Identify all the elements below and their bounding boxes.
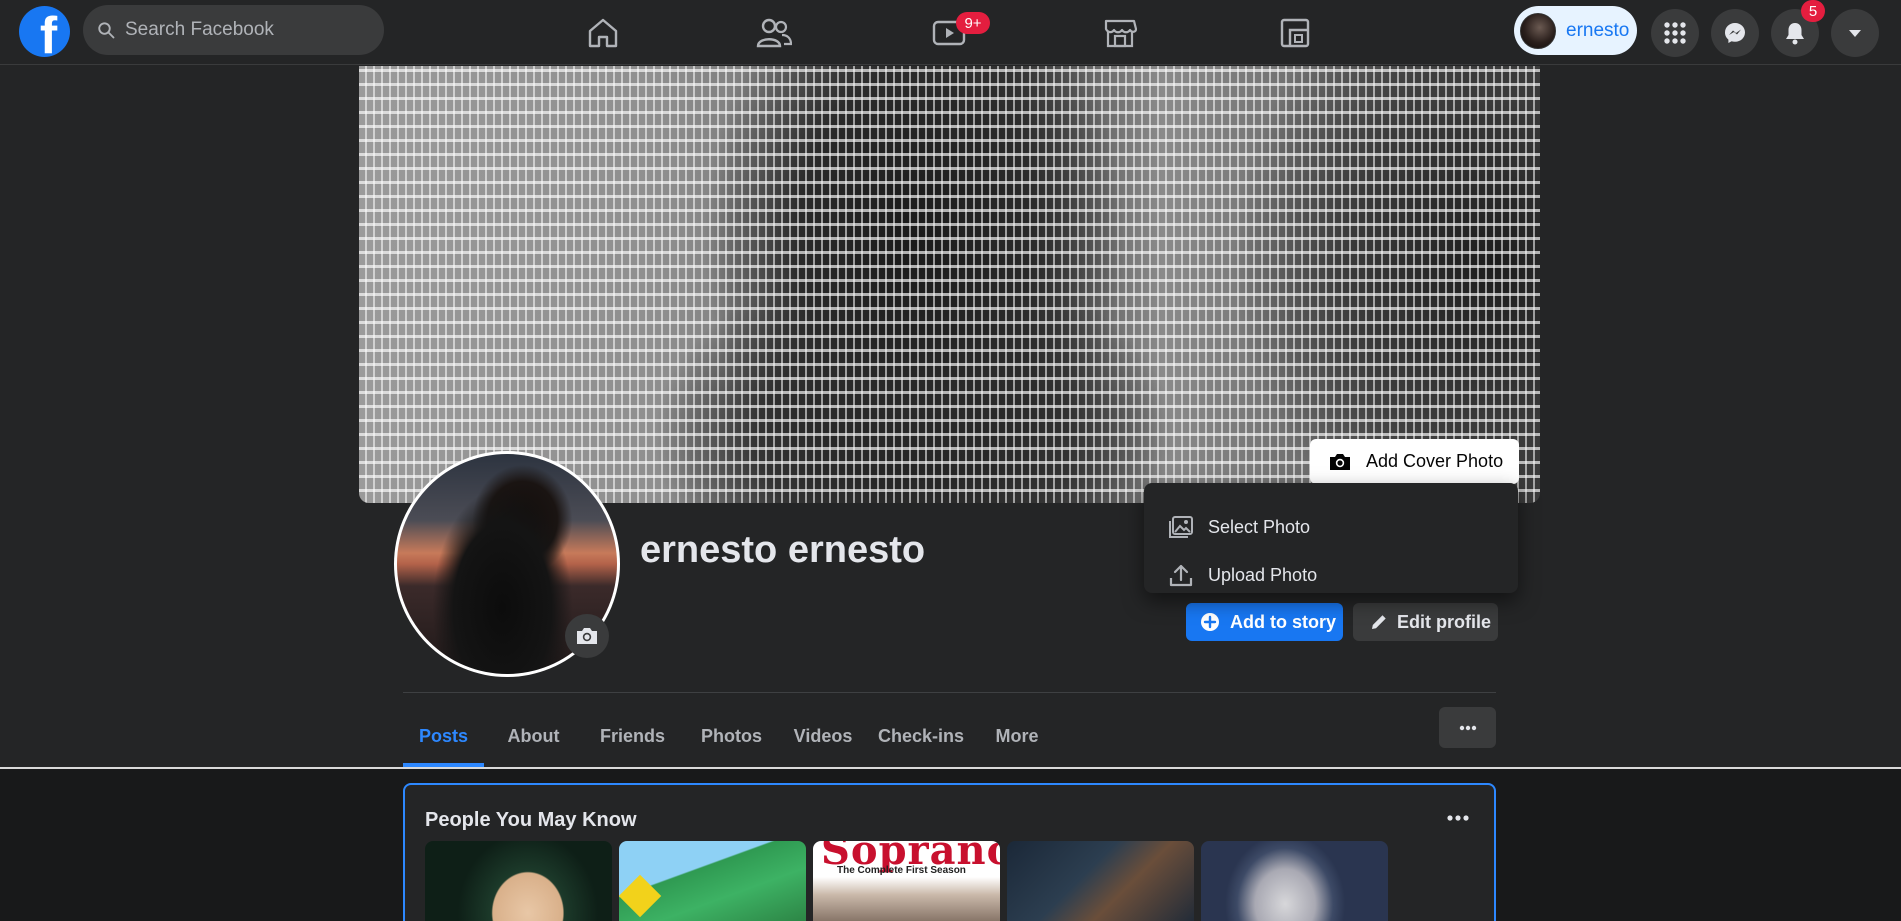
person-card[interactable] [1201,841,1388,921]
card-poster-subtitle: The Complete First Season [837,865,966,876]
search-input[interactable] [125,19,365,41]
menu-button[interactable] [1651,9,1699,57]
friends-icon [756,18,792,48]
tab-friends[interactable]: Friends [583,705,682,767]
image-icon [1169,516,1193,538]
search-icon [98,22,115,39]
cover-photo [359,66,1540,503]
person-card[interactable] [1007,841,1194,921]
avatar [1520,12,1556,49]
person-card[interactable] [619,841,806,921]
tab-about[interactable]: About [484,705,583,767]
add-cover-photo-button[interactable]: Add Cover Photo [1310,439,1519,484]
bell-icon [1786,23,1804,45]
cover-photo-menu: Select Photo Upload Photo [1144,483,1518,593]
menu-item-select-photo[interactable]: Select Photo [1144,503,1518,551]
watch-badge: 9+ [956,12,990,34]
section-title: People You May Know [425,809,637,831]
search-box[interactable] [83,5,384,55]
tab-posts[interactable]: Posts [403,705,484,767]
tab-check-ins[interactable]: Check-ins [865,705,977,767]
nav-friends[interactable] [734,8,814,58]
edit-profile-button[interactable]: Edit profile [1353,603,1498,641]
menu-item-label: Select Photo [1208,516,1311,537]
header-divider [403,692,1496,693]
camera-icon [1330,453,1350,470]
nav-gaming[interactable] [1255,8,1335,58]
more-options-icon [1447,815,1469,821]
add-cover-photo-label: Add Cover Photo [1366,451,1504,471]
gaming-icon [1280,18,1310,48]
more-options-icon [1459,725,1476,730]
messenger-button[interactable] [1711,9,1759,57]
menu-item-label: Upload Photo [1208,564,1318,585]
marketplace-icon [1104,19,1137,48]
profile-shortcut[interactable]: ernesto [1514,6,1637,55]
update-profile-picture-button[interactable] [565,614,609,658]
nav-watch[interactable]: 9+ [909,8,990,58]
add-to-story-label: Add to story [1230,611,1336,632]
tab-more[interactable]: More [977,705,1057,767]
person-card[interactable] [425,841,612,921]
messenger-icon [1725,23,1745,43]
tab-photos[interactable]: Photos [682,705,781,767]
profile-name: ernesto ernesto [640,529,926,571]
profile-tabs: Posts About Friends Photos Videos Check-… [403,705,1057,767]
person-card[interactable]: Sopranos The Complete First Season [813,841,1000,921]
upload-icon [1169,564,1193,587]
facebook-logo[interactable]: f [19,6,70,57]
camera-icon [577,628,597,644]
profile-shortcut-name: ernesto [1566,19,1630,41]
pymk-options-button[interactable] [1440,805,1476,831]
notifications-badge: 5 [1801,0,1825,22]
chevron-down-icon [1849,30,1861,37]
home-icon [588,18,618,48]
cover-image [359,66,1540,503]
tab-videos[interactable]: Videos [781,705,865,767]
edit-profile-label: Edit profile [1397,611,1491,632]
menu-item-upload-photo[interactable]: Upload Photo [1144,551,1518,599]
plus-circle-icon [1201,613,1219,631]
people-you-may-know: People You May Know Sopranos The Complet… [403,783,1496,921]
pencil-icon [1372,615,1386,629]
account-button[interactable] [1831,9,1879,57]
grid-menu-icon [1664,22,1686,44]
top-navigation-bar: f 9+ [0,0,1901,65]
profile-options-button[interactable] [1439,707,1496,748]
nav-home[interactable] [563,8,643,58]
section-separator [0,767,1901,769]
nav-marketplace[interactable] [1080,8,1160,58]
add-to-story-button[interactable]: Add to story [1186,603,1343,641]
